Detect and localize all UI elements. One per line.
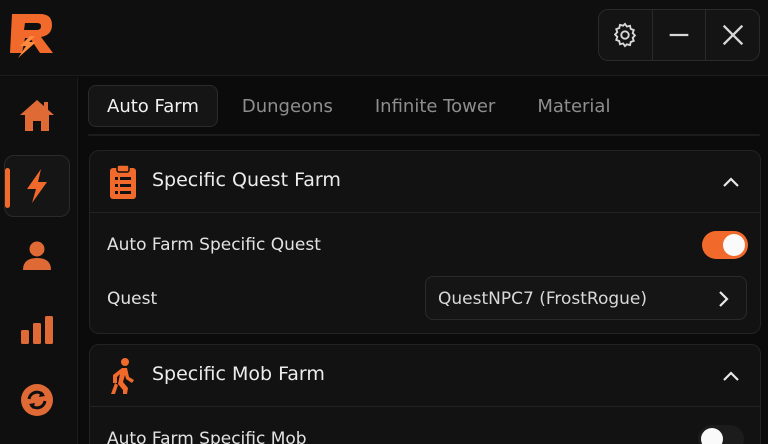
chevron-right-icon bbox=[719, 291, 729, 307]
quest-select-value: QuestNPC7 (FrostRogue) bbox=[438, 289, 648, 309]
sidebar-item-auto-farm[interactable] bbox=[4, 155, 70, 217]
tabs-divider bbox=[88, 134, 760, 136]
home-icon bbox=[20, 100, 54, 131]
tab-auto-farm[interactable]: Auto Farm bbox=[88, 85, 218, 127]
tab-material[interactable]: Material bbox=[519, 85, 628, 127]
minus-icon bbox=[669, 33, 689, 37]
title-bar bbox=[0, 0, 768, 76]
user-icon bbox=[23, 241, 51, 270]
chevron-up-icon[interactable] bbox=[720, 365, 742, 387]
active-indicator bbox=[5, 168, 10, 208]
specific-quest-farm-section: Specific Quest Farm Auto Farm Specific Q… bbox=[89, 150, 761, 334]
sidebar-item-stats[interactable] bbox=[4, 297, 70, 359]
auto-farm-quest-toggle[interactable] bbox=[702, 231, 748, 259]
clipboard-icon bbox=[110, 164, 136, 199]
section-header[interactable]: Specific Quest Farm bbox=[90, 151, 760, 213]
auto-farm-mob-toggle[interactable] bbox=[698, 425, 744, 444]
auto-farm-mob-label: Auto Farm Specific Mob bbox=[107, 429, 307, 444]
tab-infinite-tower[interactable]: Infinite Tower bbox=[357, 85, 513, 127]
walking-person-icon bbox=[111, 358, 134, 394]
sidebar bbox=[0, 77, 78, 444]
r-lightning-logo-icon bbox=[10, 14, 53, 58]
quest-label: Quest bbox=[107, 289, 158, 309]
bar-chart-icon bbox=[21, 316, 53, 344]
minimize-button[interactable] bbox=[653, 10, 707, 60]
close-button[interactable] bbox=[706, 10, 759, 60]
tab-dungeons[interactable]: Dungeons bbox=[224, 85, 351, 127]
lightning-icon bbox=[27, 169, 47, 203]
toggle-knob bbox=[701, 428, 723, 444]
sidebar-item-refresh[interactable] bbox=[4, 369, 70, 431]
section-title: Specific Quest Farm bbox=[152, 169, 341, 191]
refresh-icon bbox=[21, 384, 53, 416]
quest-select[interactable]: QuestNPC7 (FrostRogue) bbox=[425, 276, 747, 320]
window-controls bbox=[598, 9, 760, 61]
sidebar-item-player[interactable] bbox=[4, 225, 70, 287]
auto-farm-quest-label: Auto Farm Specific Quest bbox=[107, 235, 321, 255]
close-icon bbox=[722, 24, 743, 46]
toggle-knob bbox=[723, 234, 745, 256]
tab-bar: Auto Farm Dungeons Infinite Tower Materi… bbox=[88, 84, 634, 128]
chevron-up-icon[interactable] bbox=[720, 171, 742, 193]
section-header[interactable]: Specific Mob Farm bbox=[90, 345, 760, 407]
specific-mob-farm-section: Specific Mob Farm Auto Farm Specific Mob bbox=[89, 344, 761, 444]
section-title: Specific Mob Farm bbox=[152, 363, 325, 385]
sidebar-item-home[interactable] bbox=[4, 85, 70, 147]
settings-button[interactable] bbox=[599, 10, 653, 60]
gear-icon bbox=[614, 22, 637, 48]
